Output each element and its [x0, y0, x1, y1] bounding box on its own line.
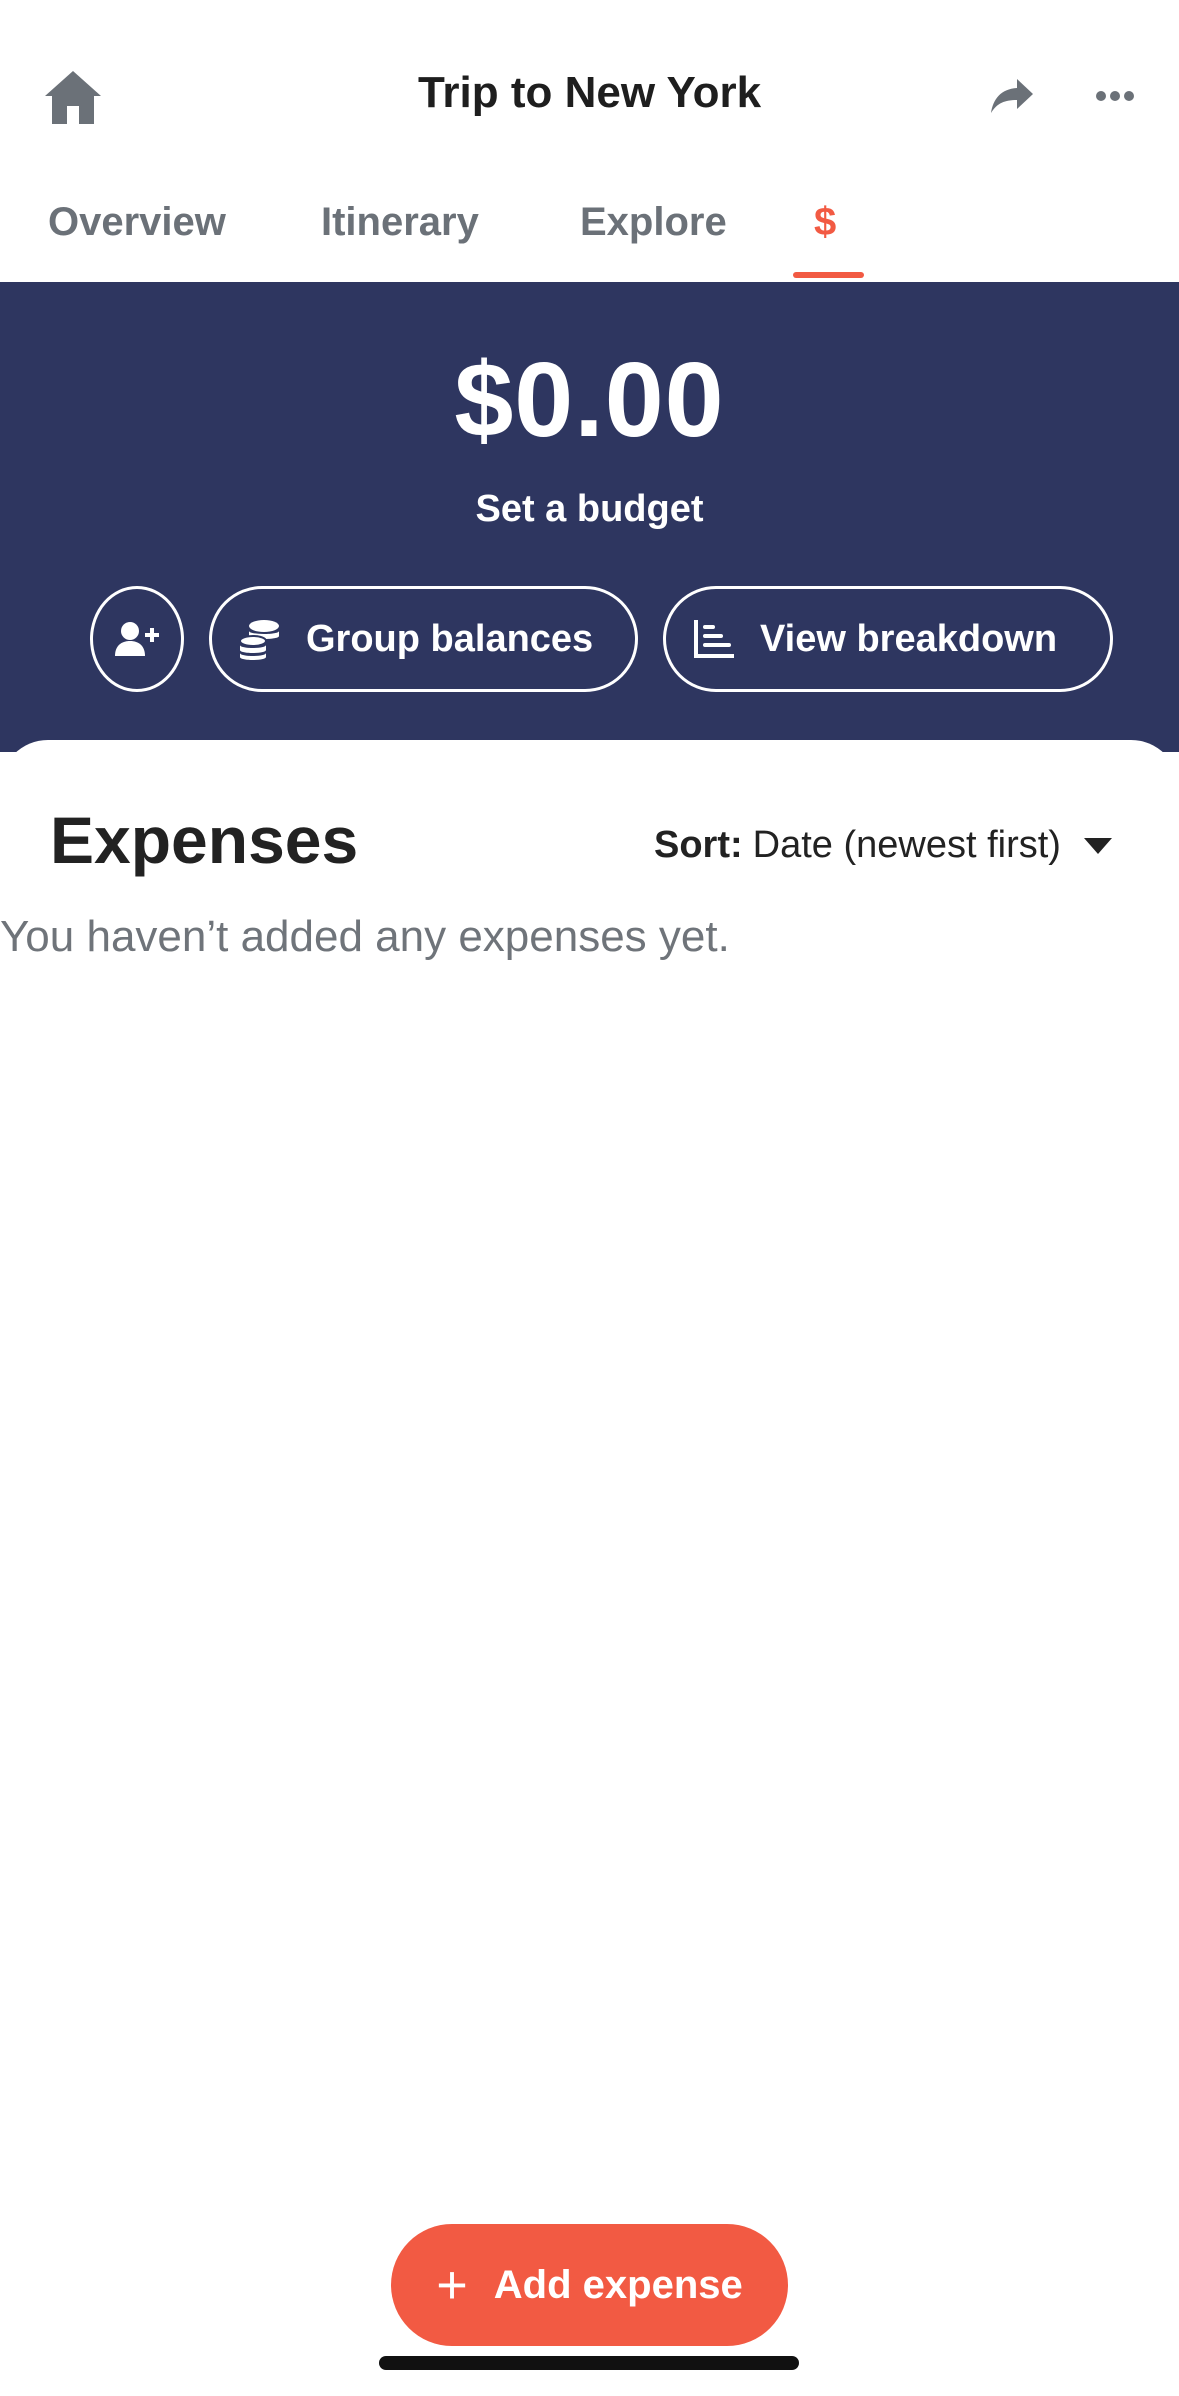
home-indicator: [379, 2356, 799, 2370]
sort-dropdown[interactable]: Sort: Date (newest first): [654, 824, 1113, 867]
plus-icon: +: [436, 2255, 468, 2315]
sort-value: Date (newest first): [752, 824, 1061, 866]
tab-overview[interactable]: Overview: [48, 200, 226, 282]
total-amount: $0.00: [454, 341, 725, 459]
bar-chart-icon: [690, 615, 738, 663]
sort-label: Sort:: [654, 824, 743, 866]
active-tab-indicator: [793, 272, 864, 278]
tab-bar: Overview Itinerary Explore $: [0, 190, 1179, 282]
set-budget-link[interactable]: Set a budget: [0, 488, 1179, 531]
add-person-button[interactable]: [90, 586, 184, 692]
budget-summary: $0.00 Set a budget Group balances View b…: [0, 282, 1179, 752]
view-breakdown-label: View breakdown: [760, 617, 1058, 660]
screen: Trip to New York Overview Itinerary Expl…: [0, 0, 1179, 2396]
group-balances-label: Group balances: [306, 617, 594, 660]
share-button[interactable]: [980, 66, 1044, 126]
empty-state-message: You haven’t added any expenses yet.: [0, 912, 730, 961]
view-breakdown-button[interactable]: View breakdown: [663, 586, 1113, 692]
tab-explore[interactable]: Explore: [580, 200, 727, 282]
tab-itinerary[interactable]: Itinerary: [321, 200, 479, 282]
add-expense-button[interactable]: + Add expense: [391, 2224, 788, 2346]
expenses-sheet: Expenses Sort: Date (newest first) You h…: [0, 740, 1179, 2396]
add-expense-label: Add expense: [493, 2262, 743, 2307]
expenses-heading: Expenses: [50, 803, 359, 877]
more-options-button[interactable]: [1080, 66, 1150, 126]
add-person-icon: [115, 622, 159, 656]
group-balances-button[interactable]: Group balances: [209, 586, 638, 692]
coins-icon: [236, 615, 284, 663]
caret-down-icon: [1083, 837, 1112, 854]
share-arrow-icon: [991, 79, 1033, 113]
top-bar: Trip to New York: [0, 0, 1179, 190]
tab-budget[interactable]: $: [814, 200, 836, 282]
more-dots-icon: [1096, 91, 1134, 101]
